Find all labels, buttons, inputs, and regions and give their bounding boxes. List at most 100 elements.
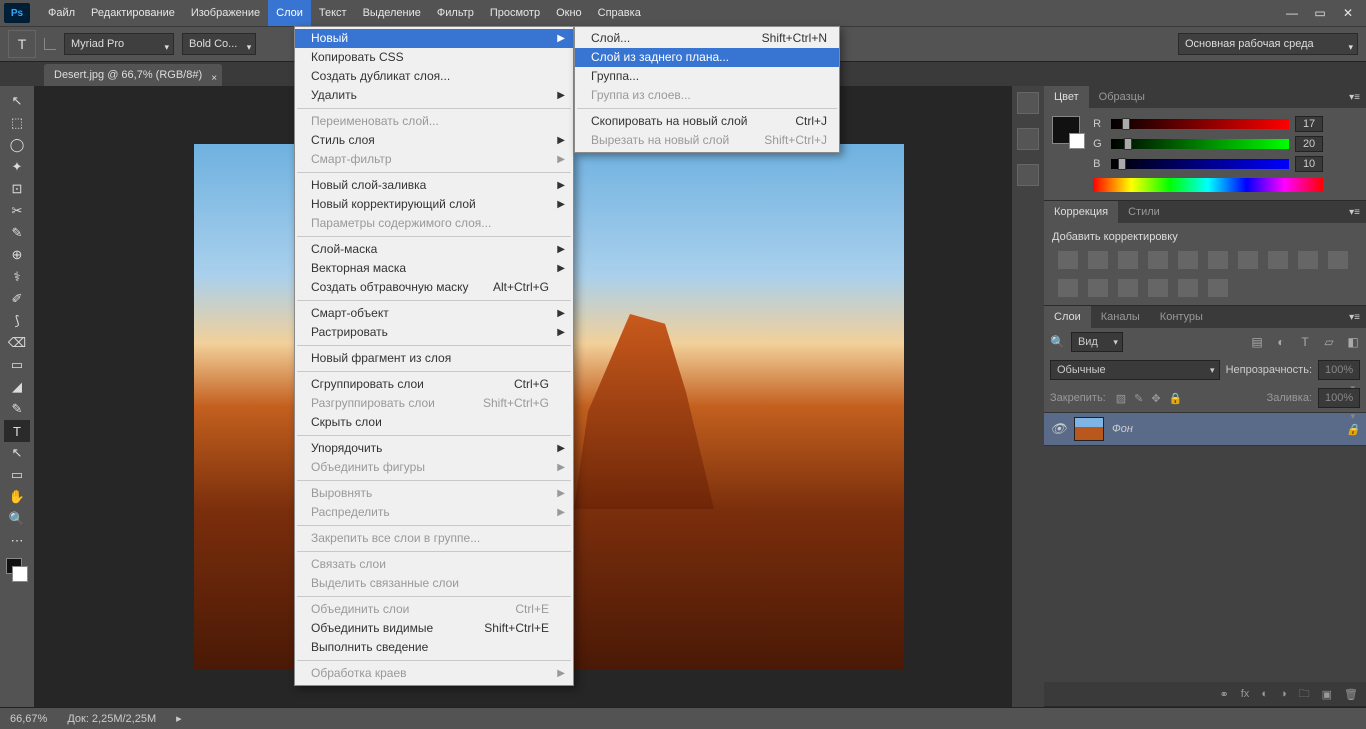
new-submenu-item-5[interactable]: Скопировать на новый слойCtrl+J — [575, 112, 839, 131]
adjustment-icon-6[interactable] — [1238, 251, 1258, 269]
adjustment-icon-13[interactable] — [1148, 279, 1168, 297]
lock-all-icon[interactable]: 🔒 — [1169, 392, 1183, 405]
menu-фильтр[interactable]: Фильтр — [429, 0, 482, 26]
new-submenu-item-0[interactable]: Слой...Shift+Ctrl+N — [575, 29, 839, 48]
g-value[interactable]: 20 — [1295, 136, 1323, 152]
delete-layer-icon[interactable]: 🗑 — [1344, 688, 1358, 701]
g-slider[interactable] — [1111, 139, 1289, 149]
minimize-button[interactable]: — — [1278, 3, 1306, 23]
tool-3[interactable]: ✦ — [4, 156, 30, 178]
tab-adjustments[interactable]: Коррекция — [1044, 201, 1118, 223]
tool-5[interactable]: ✂ — [4, 200, 30, 222]
layers-menu-item-17[interactable]: Смарт-объект▶ — [295, 304, 573, 323]
layer-row[interactable]: 👁 Фон 🔒 — [1044, 412, 1366, 446]
tool-11[interactable]: ⌫ — [4, 332, 30, 354]
fill-value[interactable]: 100% — [1318, 388, 1360, 408]
layers-menu-item-10[interactable]: Новый корректирующий слой▶ — [295, 195, 573, 214]
fx-icon[interactable]: fx — [1241, 688, 1250, 700]
foreground-color-swatch[interactable] — [1052, 116, 1080, 144]
layers-menu-item-9[interactable]: Новый слой-заливка▶ — [295, 176, 573, 195]
adjustment-icon-12[interactable] — [1118, 279, 1138, 297]
adjustment-layer-icon[interactable]: ◑ — [1280, 688, 1287, 700]
layers-menu-item-38[interactable]: Объединить видимыеShift+Ctrl+E — [295, 619, 573, 638]
properties-panel-icon[interactable] — [1017, 128, 1039, 150]
tool-0[interactable]: ↖ — [4, 90, 30, 112]
panel-menu-icon[interactable]: ▾≡ — [1343, 92, 1366, 103]
history-panel-icon[interactable] — [1017, 92, 1039, 114]
lock-position-icon[interactable]: ✥ — [1151, 392, 1160, 405]
color-swatches[interactable] — [4, 556, 30, 584]
b-slider[interactable] — [1111, 159, 1289, 169]
link-layers-icon[interactable]: ⚭ — [1220, 688, 1229, 701]
panel-menu-icon[interactable]: ▾≡ — [1343, 207, 1366, 218]
layers-menu-item-2[interactable]: Создать дубликат слоя... — [295, 67, 573, 86]
tool-1[interactable]: ⬚ — [4, 112, 30, 134]
menu-просмотр[interactable]: Просмотр — [482, 0, 548, 26]
layers-menu-item-0[interactable]: Новый▶ — [295, 29, 573, 48]
font-family-select[interactable]: Myriad Pro — [64, 33, 174, 55]
tool-17[interactable]: ▭ — [4, 464, 30, 486]
tool-20[interactable]: ⋯ — [4, 530, 30, 552]
layers-menu-item-24[interactable]: Скрыть слои — [295, 413, 573, 432]
visibility-icon[interactable]: 👁 — [1050, 421, 1066, 437]
close-button[interactable]: ✕ — [1334, 3, 1362, 23]
layers-menu-item-13[interactable]: Слой-маска▶ — [295, 240, 573, 259]
adjustment-icon-9[interactable] — [1328, 251, 1348, 269]
adjustment-icon-10[interactable] — [1058, 279, 1078, 297]
menu-справка[interactable]: Справка — [590, 0, 649, 26]
adjustment-icon-8[interactable] — [1298, 251, 1318, 269]
menu-окно[interactable]: Окно — [548, 0, 590, 26]
adjustment-icon-7[interactable] — [1268, 251, 1288, 269]
adjustment-icon-1[interactable] — [1088, 251, 1108, 269]
maximize-button[interactable]: ▭ — [1306, 3, 1334, 23]
character-panel-icon[interactable] — [1017, 164, 1039, 186]
adjustment-icon-15[interactable] — [1208, 279, 1228, 297]
tool-13[interactable]: ◢ — [4, 376, 30, 398]
tool-2[interactable]: ◯ — [4, 134, 30, 156]
blend-mode-select[interactable]: Обычные — [1050, 360, 1220, 380]
filter-smart-icon[interactable]: ◧ — [1346, 335, 1360, 349]
zoom-level[interactable]: 66,67% — [10, 713, 47, 725]
menu-выделение[interactable]: Выделение — [355, 0, 429, 26]
tool-18[interactable]: ✋ — [4, 486, 30, 508]
tool-7[interactable]: ⊕ — [4, 244, 30, 266]
tool-8[interactable]: ⚕ — [4, 266, 30, 288]
lock-pixels-icon[interactable]: ✎ — [1134, 392, 1143, 405]
tool-12[interactable]: ▭ — [4, 354, 30, 376]
filter-adjust-icon[interactable]: ◐ — [1274, 335, 1288, 349]
layers-menu-item-6[interactable]: Стиль слоя▶ — [295, 131, 573, 150]
tool-16[interactable]: ↖ — [4, 442, 30, 464]
tab-paths[interactable]: Контуры — [1150, 306, 1213, 328]
tab-swatches[interactable]: Образцы — [1089, 86, 1155, 108]
menu-слои[interactable]: Слои — [268, 0, 311, 26]
orientation-icon[interactable] — [44, 38, 56, 50]
adjustment-icon-0[interactable] — [1058, 251, 1078, 269]
lock-transparency-icon[interactable]: ▨ — [1116, 392, 1126, 405]
layers-menu-item-20[interactable]: Новый фрагмент из слоя — [295, 349, 573, 368]
layers-menu-item-15[interactable]: Создать обтравочную маскуAlt+Ctrl+G — [295, 278, 573, 297]
filter-type-icon[interactable]: T — [1298, 335, 1312, 349]
adjustment-icon-3[interactable] — [1148, 251, 1168, 269]
doc-size[interactable]: Док: 2,25M/2,25M — [67, 713, 156, 725]
tab-channels[interactable]: Каналы — [1091, 306, 1150, 328]
filter-pixel-icon[interactable]: ▤ — [1250, 335, 1264, 349]
tool-4[interactable]: ⊡ — [4, 178, 30, 200]
tool-15[interactable]: T — [4, 420, 30, 442]
layers-menu-item-3[interactable]: Удалить▶ — [295, 86, 573, 105]
layer-filter-kind[interactable]: Вид — [1071, 332, 1123, 352]
layers-menu-item-18[interactable]: Растрировать▶ — [295, 323, 573, 342]
opacity-value[interactable]: 100% — [1318, 360, 1360, 380]
group-icon[interactable]: 🗀 — [1299, 685, 1310, 704]
menu-редактирование[interactable]: Редактирование — [83, 0, 183, 26]
filter-shape-icon[interactable]: ▱ — [1322, 335, 1336, 349]
layers-menu-item-1[interactable]: Копировать CSS — [295, 48, 573, 67]
layers-menu-item-14[interactable]: Векторная маска▶ — [295, 259, 573, 278]
current-tool-indicator[interactable]: T — [8, 30, 36, 58]
layers-menu-item-39[interactable]: Выполнить сведение — [295, 638, 573, 657]
layers-menu-item-22[interactable]: Сгруппировать слоиCtrl+G — [295, 375, 573, 394]
document-tab[interactable]: Desert.jpg @ 66,7% (RGB/8#) × — [44, 64, 222, 86]
panel-menu-icon[interactable]: ▾≡ — [1343, 312, 1366, 323]
adjustment-icon-5[interactable] — [1208, 251, 1228, 269]
spectrum-strip[interactable] — [1093, 178, 1323, 192]
tool-19[interactable]: 🔍 — [4, 508, 30, 530]
